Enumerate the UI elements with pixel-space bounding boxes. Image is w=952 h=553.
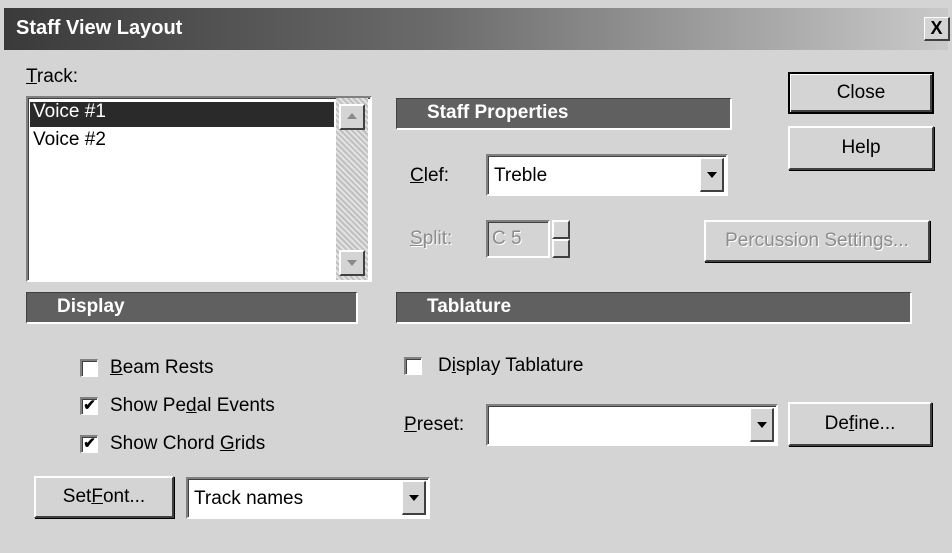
show-chord-grids-option[interactable]: ✔ Show Chord Grids: [80, 433, 360, 463]
show-chord-grids-label: Show Chord Grids: [110, 433, 265, 455]
preset-dropdown[interactable]: [486, 404, 778, 446]
display-tablature-option[interactable]: Display Tablature: [404, 355, 664, 385]
scroll-down-arrow-icon: [347, 260, 357, 266]
split-label: Split:: [410, 228, 452, 250]
show-pedal-events-label-b: al Events: [196, 395, 275, 416]
split-input[interactable]: C 5: [486, 220, 550, 258]
font-target-dropdown-button[interactable]: [402, 481, 426, 515]
chevron-down-icon: [757, 421, 767, 428]
define-label-a: De: [824, 413, 849, 434]
show-chord-grids-checkbox[interactable]: ✔: [80, 435, 98, 453]
beam-rests-label-rest: eam Rests: [122, 357, 214, 378]
show-chord-grids-label-b: rids: [234, 433, 266, 454]
preset-label-rest: reset:: [416, 414, 465, 435]
show-chord-grids-accel: G: [219, 433, 235, 454]
tablature-header: Tablature: [396, 292, 912, 324]
split-label-rest: plit:: [422, 228, 453, 249]
display-tablature-label: Display Tablature: [438, 355, 583, 377]
split-accel: S: [410, 228, 423, 249]
split-spinner[interactable]: [552, 220, 570, 258]
track-label-rest: rack:: [36, 66, 79, 87]
clef-dropdown-button[interactable]: [700, 158, 724, 192]
display-tablature-checkbox[interactable]: [404, 357, 422, 375]
track-item-voice-2[interactable]: Voice #2: [33, 129, 106, 151]
track-label: Track:: [26, 66, 78, 88]
scroll-up-button[interactable]: [339, 104, 365, 130]
set-font-button[interactable]: Set Font...: [34, 476, 174, 518]
help-button-label: Help: [841, 137, 881, 158]
chevron-down-icon: [707, 171, 717, 178]
track-scrollbar[interactable]: [336, 98, 368, 280]
beam-rests-accel: B: [110, 357, 123, 378]
percussion-settings-button[interactable]: Percussion Settings...: [704, 220, 930, 262]
beam-rests-option[interactable]: Beam Rests: [80, 357, 360, 387]
set-font-label-b: ont...: [102, 486, 146, 507]
display-tablature-label-b: splay Tablature: [455, 355, 584, 376]
track-listbox[interactable]: Voice #1 Voice #2: [26, 96, 372, 282]
close-button-label: Close: [836, 82, 886, 103]
checkmark-icon: ✔: [83, 435, 96, 452]
show-pedal-events-checkbox[interactable]: ✔: [80, 397, 98, 415]
chevron-down-icon: [409, 494, 419, 501]
define-label-b: ine...: [854, 413, 896, 434]
clef-value: Treble: [494, 165, 548, 186]
title-close-button[interactable]: X: [924, 17, 950, 41]
track-item-voice-1[interactable]: Voice #1: [33, 101, 106, 123]
show-pedal-events-option[interactable]: ✔ Show Pedal Events: [80, 395, 360, 425]
staff-properties-header: Staff Properties: [396, 98, 732, 130]
preset-accel: P: [404, 414, 417, 435]
split-spin-down[interactable]: [552, 239, 570, 258]
set-font-accel: F: [91, 486, 103, 507]
checkmark-icon: ✔: [83, 397, 96, 414]
split-value: C 5: [492, 228, 522, 249]
preset-dropdown-button[interactable]: [750, 408, 774, 442]
window-title: Staff View Layout: [16, 17, 183, 39]
clef-accel: C: [410, 165, 424, 186]
show-pedal-events-label-a: Show Pe: [110, 395, 187, 416]
set-font-label-a: Set: [62, 486, 92, 507]
font-target-value: Track names: [194, 488, 304, 509]
split-spin-up[interactable]: [552, 220, 570, 239]
close-icon: X: [930, 18, 943, 38]
preset-label: Preset:: [404, 414, 464, 436]
scroll-up-arrow-icon: [347, 113, 357, 119]
title-bar[interactable]: Staff View Layout X: [4, 8, 950, 50]
beam-rests-label: Beam Rests: [110, 357, 214, 379]
clef-label: Clef:: [410, 165, 449, 187]
show-chord-grids-label-a: Show Chord: [110, 433, 220, 454]
scroll-down-button[interactable]: [339, 250, 365, 276]
staff-view-layout-dialog: Staff View Layout X Track: Voice #1 Voic…: [0, 0, 952, 553]
close-button[interactable]: Close: [788, 72, 934, 114]
display-tablature-label-a: D: [438, 355, 452, 376]
show-pedal-events-accel: d: [186, 395, 197, 416]
show-pedal-events-label: Show Pedal Events: [110, 395, 275, 417]
help-button[interactable]: Help: [788, 126, 934, 170]
set-font-label: Set Font...: [63, 478, 145, 516]
define-label: Define...: [825, 404, 896, 444]
percussion-settings-label: Percussion Settings...: [725, 230, 909, 251]
font-target-dropdown[interactable]: Track names: [186, 477, 430, 519]
display-header: Display: [26, 292, 358, 324]
track-label-accel: T: [26, 66, 37, 87]
define-button[interactable]: Define...: [788, 402, 932, 446]
clef-label-rest: lef:: [423, 165, 450, 186]
beam-rests-checkbox[interactable]: [80, 359, 98, 377]
clef-dropdown[interactable]: Treble: [486, 154, 728, 196]
